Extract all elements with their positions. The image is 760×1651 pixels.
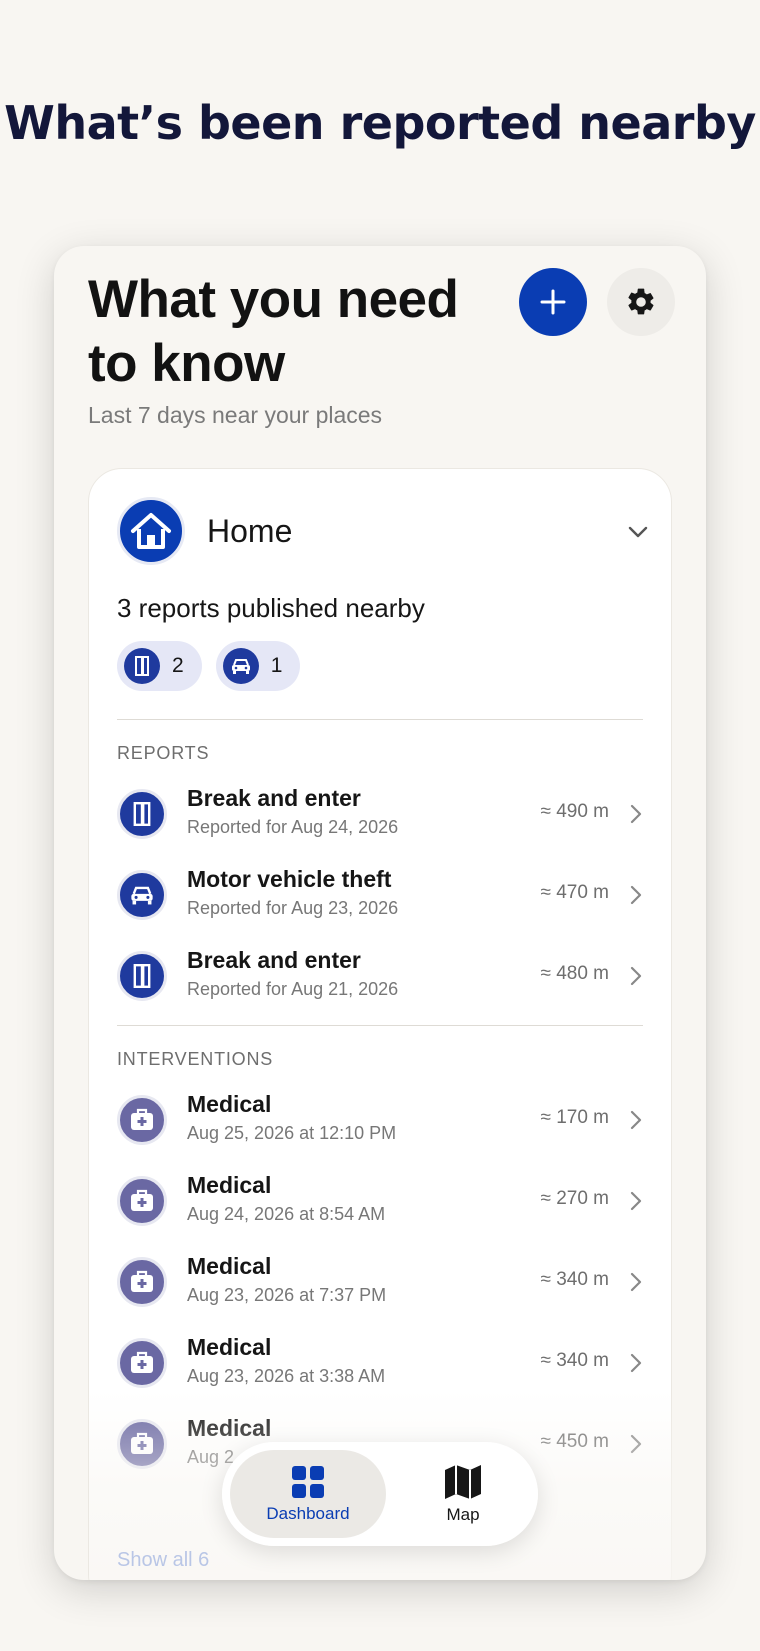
chevron-right-icon — [630, 1110, 642, 1130]
report-title: Break and enter — [187, 785, 361, 811]
page-title: What you need to know — [88, 270, 459, 393]
chevron-right-icon — [630, 1272, 642, 1292]
place-card: Home 3 reports published nearby 2 1 REPO… — [88, 468, 673, 1580]
report-title: Break and enter — [187, 947, 361, 973]
map-icon — [445, 1465, 481, 1499]
promo-headline: What’s been reported nearby — [4, 96, 756, 150]
chevron-right-icon — [630, 1434, 642, 1454]
intervention-title: Medical — [187, 1334, 272, 1360]
settings-button[interactable] — [607, 268, 675, 336]
chevron-right-icon — [630, 1191, 642, 1211]
show-all-link[interactable]: Show all 6 — [117, 1549, 209, 1572]
page-subtitle: Last 7 days near your places — [88, 402, 383, 428]
intervention-date: Aug 2 — [187, 1447, 235, 1467]
car-icon — [231, 659, 250, 674]
medical-kit-icon — [131, 1432, 153, 1454]
app-screen: What you need to know Last 7 days near y… — [54, 246, 706, 1580]
report-row[interactable]: Break and enter Reported for Aug 24, 202… — [117, 785, 643, 849]
add-report-button[interactable] — [519, 268, 587, 336]
medical-kit-icon — [131, 1189, 153, 1211]
report-date: Reported for Aug 24, 2026 — [187, 817, 399, 837]
category-chips: 2 1 — [117, 641, 301, 691]
medical-kit-icon — [131, 1108, 153, 1130]
chevron-right-icon — [630, 1353, 642, 1373]
intervention-date: Aug 23, 2026 at 3:38 AM — [187, 1366, 386, 1386]
car-icon — [131, 886, 153, 905]
home-place-icon — [117, 497, 185, 565]
gear-icon — [628, 288, 654, 315]
divider — [117, 719, 643, 720]
reports-section-label: REPORTS — [117, 743, 210, 763]
tab-map[interactable]: Map — [396, 1450, 530, 1538]
report-title: Motor vehicle theft — [187, 866, 392, 892]
divider — [117, 1025, 643, 1026]
place-name: Home — [207, 513, 293, 549]
intervention-distance: ≈ 270 m — [540, 1188, 609, 1209]
tab-bar: Dashboard Map — [222, 1442, 538, 1546]
chip-count: 1 — [270, 654, 283, 677]
intervention-row[interactable]: Medical Aug 25, 2026 at 12:10 PM ≈ 170 m — [117, 1091, 643, 1155]
chip-break-and-enter[interactable]: 2 — [117, 641, 202, 691]
intervention-title: Medical — [187, 1253, 272, 1279]
tab-dashboard-label: Dashboard — [266, 1504, 350, 1523]
chevron-right-icon — [630, 885, 642, 905]
medical-kit-icon — [131, 1351, 153, 1373]
intervention-distance: ≈ 450 m — [540, 1431, 609, 1452]
chip-count: 2 — [172, 654, 184, 677]
tab-map-label: Map — [446, 1505, 480, 1524]
report-date: Reported for Aug 21, 2026 — [187, 979, 399, 999]
medical-kit-icon — [131, 1270, 153, 1292]
intervention-distance: ≈ 340 m — [540, 1350, 609, 1371]
report-distance: ≈ 470 m — [540, 882, 609, 903]
chevron-right-icon — [630, 804, 642, 824]
chevron-down-icon[interactable] — [625, 519, 651, 545]
intervention-title: Medical — [187, 1172, 272, 1198]
plus-icon — [540, 289, 566, 315]
report-summary: 3 reports published nearby — [117, 593, 425, 623]
dashboard-grid-icon — [292, 1466, 324, 1498]
chip-vehicle-theft[interactable]: 1 — [215, 641, 301, 691]
interventions-section-label: INTERVENTIONS — [117, 1049, 274, 1069]
tab-dashboard[interactable]: Dashboard — [230, 1450, 386, 1538]
intervention-date: Aug 25, 2026 at 12:10 PM — [187, 1123, 397, 1143]
report-row[interactable]: Motor vehicle theft Reported for Aug 23,… — [117, 866, 643, 930]
report-distance: ≈ 480 m — [540, 963, 609, 984]
intervention-row[interactable]: Medical Aug 24, 2026 at 8:54 AM ≈ 270 m — [117, 1172, 643, 1236]
house-icon — [131, 513, 171, 549]
door-icon — [135, 656, 149, 676]
intervention-distance: ≈ 340 m — [540, 1269, 609, 1290]
intervention-title: Medical — [187, 1091, 272, 1117]
intervention-row[interactable]: Medical Aug 23, 2026 at 7:37 PM ≈ 340 m — [117, 1253, 643, 1317]
intervention-date: Aug 23, 2026 at 7:37 PM — [187, 1285, 387, 1305]
intervention-title: Medical — [187, 1415, 272, 1441]
report-date: Reported for Aug 23, 2026 — [187, 898, 399, 918]
chevron-right-icon — [630, 966, 642, 986]
intervention-row[interactable]: Medical Aug 23, 2026 at 3:38 AM ≈ 340 m — [117, 1334, 643, 1398]
intervention-date: Aug 24, 2026 at 8:54 AM — [187, 1204, 386, 1224]
report-distance: ≈ 490 m — [540, 801, 609, 822]
door-icon — [133, 802, 151, 826]
report-row[interactable]: Break and enter Reported for Aug 21, 202… — [117, 947, 643, 1011]
intervention-distance: ≈ 170 m — [540, 1107, 609, 1128]
door-icon — [133, 964, 151, 988]
